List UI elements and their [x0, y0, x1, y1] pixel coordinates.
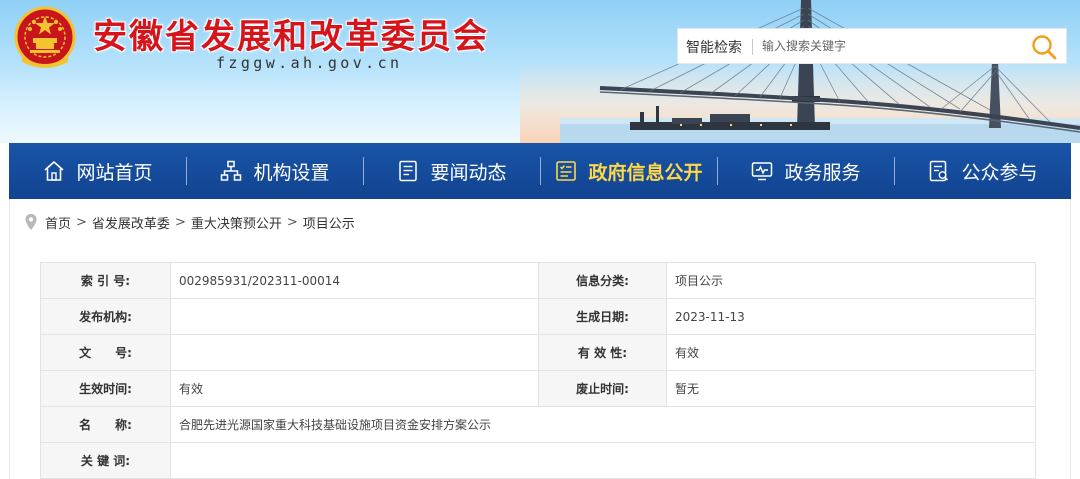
publisher-value: [170, 298, 539, 335]
breadcrumb-ndrc[interactable]: 省发展改革委: [92, 213, 170, 232]
category-value: 项目公示: [666, 262, 1036, 299]
breadcrumb-project-notice[interactable]: 项目公示: [303, 213, 355, 232]
breadcrumb-separator: >: [174, 214, 186, 230]
nav-item-label: 机构设置: [253, 161, 330, 184]
table-row: 文 号: 有 效 性: 有效: [40, 334, 1036, 371]
table-row: 生效时间: 有效 废止时间: 暂无: [40, 370, 1036, 407]
info-disclosure-icon: [556, 161, 577, 181]
site-title: 安徽省发展和改革委员会: [93, 17, 489, 57]
keywords-label: 关 键 词:: [40, 442, 171, 479]
index-value: 002985931/202311-00014: [170, 262, 539, 299]
nav-item-label: 政府信息公开: [588, 161, 703, 184]
breadcrumb-pre-disclosure[interactable]: 重大决策预公开: [191, 213, 282, 232]
nav-item-home[interactable]: 网站首页: [9, 143, 186, 199]
national-emblem-icon: [14, 6, 76, 68]
news-icon: [399, 160, 418, 182]
date-label: 生成日期:: [538, 298, 667, 335]
nav-item-label: 网站首页: [76, 161, 153, 184]
breadcrumb: 首页 > 省发展改革委 > 重大决策预公开 > 项目公示: [24, 212, 355, 232]
publisher-label: 发布机构:: [40, 298, 171, 335]
expiry-date-value: 暂无: [666, 370, 1036, 407]
main-nav: 网站首页 机构设置 要闻动态 政府信息公开 政务服务 公众参与: [9, 143, 1071, 199]
header-banner: 安徽省发展和改革委员会 fzggw.ah.gov.cn 智能检索: [0, 0, 1080, 143]
nav-item-label: 公众参与: [961, 161, 1038, 184]
keywords-value: [170, 442, 1036, 479]
category-label: 信息分类:: [538, 262, 667, 299]
location-pin-icon: [25, 214, 37, 230]
validity-label: 有 效 性:: [538, 334, 667, 371]
search-input[interactable]: [762, 34, 1012, 58]
search-divider: [752, 39, 753, 55]
table-row: 索 引 号: 002985931/202311-00014 信息分类: 项目公示: [40, 262, 1036, 299]
nav-item-news[interactable]: 要闻动态: [363, 143, 540, 199]
org-chart-icon: [221, 160, 242, 181]
nav-item-label: 要闻动态: [430, 161, 507, 184]
breadcrumb-separator: >: [286, 214, 298, 230]
validity-value: 有效: [666, 334, 1036, 371]
effective-date-label: 生效时间:: [40, 370, 171, 407]
nav-item-organization[interactable]: 机构设置: [186, 143, 363, 199]
participation-icon: [930, 160, 949, 182]
search-icon[interactable]: [1030, 33, 1058, 61]
expiry-date-label: 废止时间:: [538, 370, 667, 407]
breadcrumb-home[interactable]: 首页: [45, 213, 71, 232]
smart-search-label[interactable]: 智能检索: [686, 37, 742, 57]
nav-item-info-disclosure[interactable]: 政府信息公开: [540, 143, 717, 199]
bridge-illustration: [560, 0, 1080, 143]
table-row: 发布机构: 生成日期: 2023-11-13: [40, 298, 1036, 335]
table-row: 名 称: 合肥先进光源国家重大科技基础设施项目资金安排方案公示: [40, 406, 1036, 443]
index-label: 索 引 号:: [40, 262, 171, 299]
site-domain: fzggw.ah.gov.cn: [216, 54, 403, 72]
document-info-table: 索 引 号: 002985931/202311-00014 信息分类: 项目公示…: [40, 262, 1036, 479]
table-row: 关 键 词:: [40, 442, 1036, 479]
doc-number-label: 文 号:: [40, 334, 171, 371]
effective-date-value: 有效: [170, 370, 539, 407]
name-label: 名 称:: [40, 406, 171, 443]
nav-item-label: 政务服务: [784, 161, 861, 184]
breadcrumb-separator: >: [76, 214, 87, 230]
nav-item-services[interactable]: 政务服务: [717, 143, 894, 199]
name-value: 合肥先进光源国家重大科技基础设施项目资金安排方案公示: [170, 406, 1036, 443]
nav-item-participation[interactable]: 公众参与: [894, 143, 1071, 199]
date-value: 2023-11-13: [666, 298, 1036, 335]
home-icon: [44, 161, 65, 181]
monitor-service-icon: [752, 162, 773, 181]
search-box: 智能检索: [677, 28, 1067, 64]
doc-number-value: [170, 334, 539, 371]
